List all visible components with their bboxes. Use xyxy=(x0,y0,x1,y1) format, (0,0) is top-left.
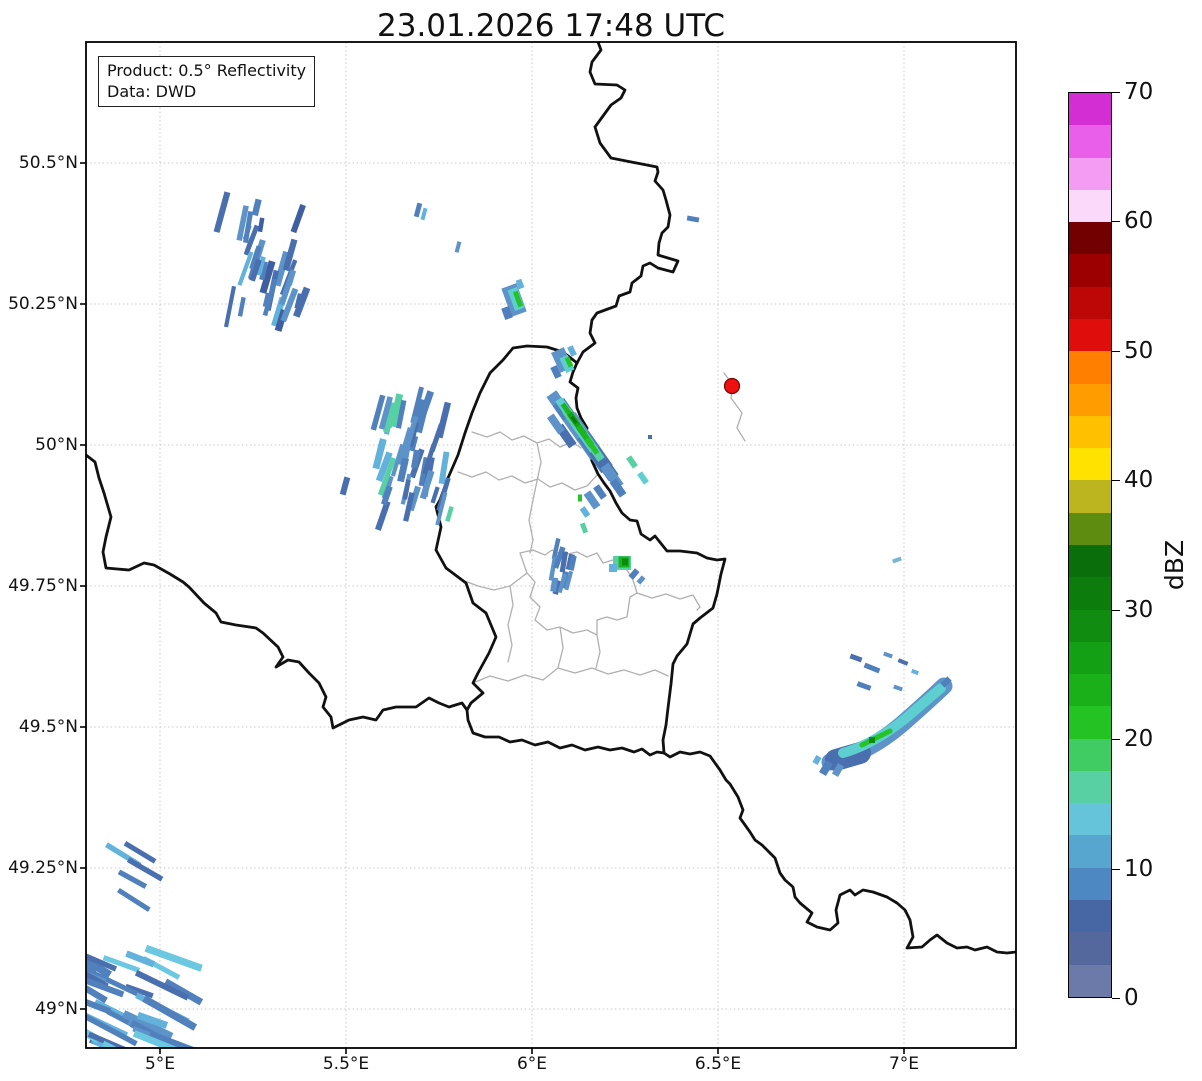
map-canvas xyxy=(80,41,1017,1054)
product-info-box: Product: 0.5° Reflectivity Data: DWD xyxy=(98,56,316,108)
y-tick-label: 49.5°N xyxy=(18,717,78,737)
colorbar-segment xyxy=(1069,189,1111,223)
colorbar-segment xyxy=(1069,93,1111,126)
colorbar-tick-label: 30 xyxy=(1124,596,1154,623)
colorbar-segment xyxy=(1069,867,1111,901)
colorbar-tick-label: 50 xyxy=(1124,337,1154,364)
colorbar-tick-label: 60 xyxy=(1124,208,1154,235)
colorbar-tick-mark xyxy=(1112,92,1120,93)
colorbar-tick-label: 10 xyxy=(1124,855,1154,882)
y-tick-label: 49.75°N xyxy=(8,576,78,596)
colorbar-segment xyxy=(1069,222,1111,255)
colorbar-segment xyxy=(1069,641,1111,675)
colorbar-segment xyxy=(1069,674,1111,707)
x-tick-label: 5.5°E xyxy=(322,1054,370,1074)
colorbar-tick-label: 70 xyxy=(1124,79,1154,105)
border-fr-lu xyxy=(465,708,666,757)
x-tick-label: 6°E xyxy=(516,1054,548,1074)
radar-site-marker xyxy=(723,377,741,395)
colorbar xyxy=(1068,92,1112,998)
colorbar-segment xyxy=(1069,512,1111,545)
colorbar-segment xyxy=(1069,544,1111,578)
y-tick-label: 50.5°N xyxy=(18,153,78,173)
x-tick-label: 6.5°E xyxy=(694,1054,742,1074)
colorbar-segment xyxy=(1069,932,1111,965)
colorbar-segment xyxy=(1069,803,1111,836)
national-borders xyxy=(86,42,1016,955)
colorbar-segment xyxy=(1069,835,1111,868)
colorbar-tick-mark xyxy=(1112,221,1120,223)
x-tick-label: 7°E xyxy=(888,1054,920,1074)
colorbar-segment xyxy=(1069,770,1111,804)
colorbar-segment xyxy=(1069,125,1111,158)
colorbar-segment xyxy=(1069,318,1111,352)
colorbar-segment xyxy=(1069,415,1111,449)
colorbar-tick-label: 40 xyxy=(1124,467,1154,494)
colorbar-tick-mark xyxy=(1112,480,1120,482)
colorbar-tick-label: 20 xyxy=(1124,726,1154,753)
colorbar-segment xyxy=(1069,157,1111,190)
colorbar-segment xyxy=(1069,383,1111,416)
border-be-de xyxy=(575,42,680,365)
x-tick-label: 5°E xyxy=(144,1054,176,1074)
colorbar-segment xyxy=(1069,351,1111,384)
y-tick-label: 49.25°N xyxy=(8,858,78,878)
colorbar-segment xyxy=(1069,964,1111,997)
y-tick-label: 50.25°N xyxy=(8,294,78,314)
colorbar-tick-mark xyxy=(1112,998,1120,999)
y-tick-label: 49°N xyxy=(35,999,78,1019)
colorbar-tick-mark xyxy=(1112,868,1120,870)
data-source-line: Data: DWD xyxy=(107,82,197,102)
colorbar-segment xyxy=(1069,706,1111,739)
radar-figure: 23.01.2026 17:48 UTC Product: 0.5° Refle… xyxy=(0,0,1202,1081)
radar-echoes xyxy=(86,191,953,1048)
colorbar-tick-mark xyxy=(1112,609,1120,611)
product-line: Product: 0.5° Reflectivity xyxy=(107,61,307,80)
colorbar-segment xyxy=(1069,254,1111,287)
border-fr-de xyxy=(662,750,1016,955)
axis-tick-marks xyxy=(80,162,905,1054)
y-tick-label: 50°N xyxy=(35,435,78,455)
colorbar-segment xyxy=(1069,577,1111,610)
colorbar-tick-mark xyxy=(1112,739,1120,741)
marker-layer xyxy=(723,377,741,395)
colorbar-segment xyxy=(1069,448,1111,481)
colorbar-segment xyxy=(1069,609,1111,642)
colorbar-unit-label: dBZ xyxy=(1160,539,1189,591)
colorbar-tick-label: 0 xyxy=(1124,985,1139,1011)
colorbar-segment xyxy=(1069,738,1111,771)
colorbar-segment xyxy=(1069,480,1111,513)
colorbar-tick-mark xyxy=(1112,350,1120,352)
canton-borders xyxy=(445,372,746,684)
colorbar-segment xyxy=(1069,900,1111,933)
border-lu-de xyxy=(568,361,727,755)
colorbar-segment xyxy=(1069,286,1111,319)
